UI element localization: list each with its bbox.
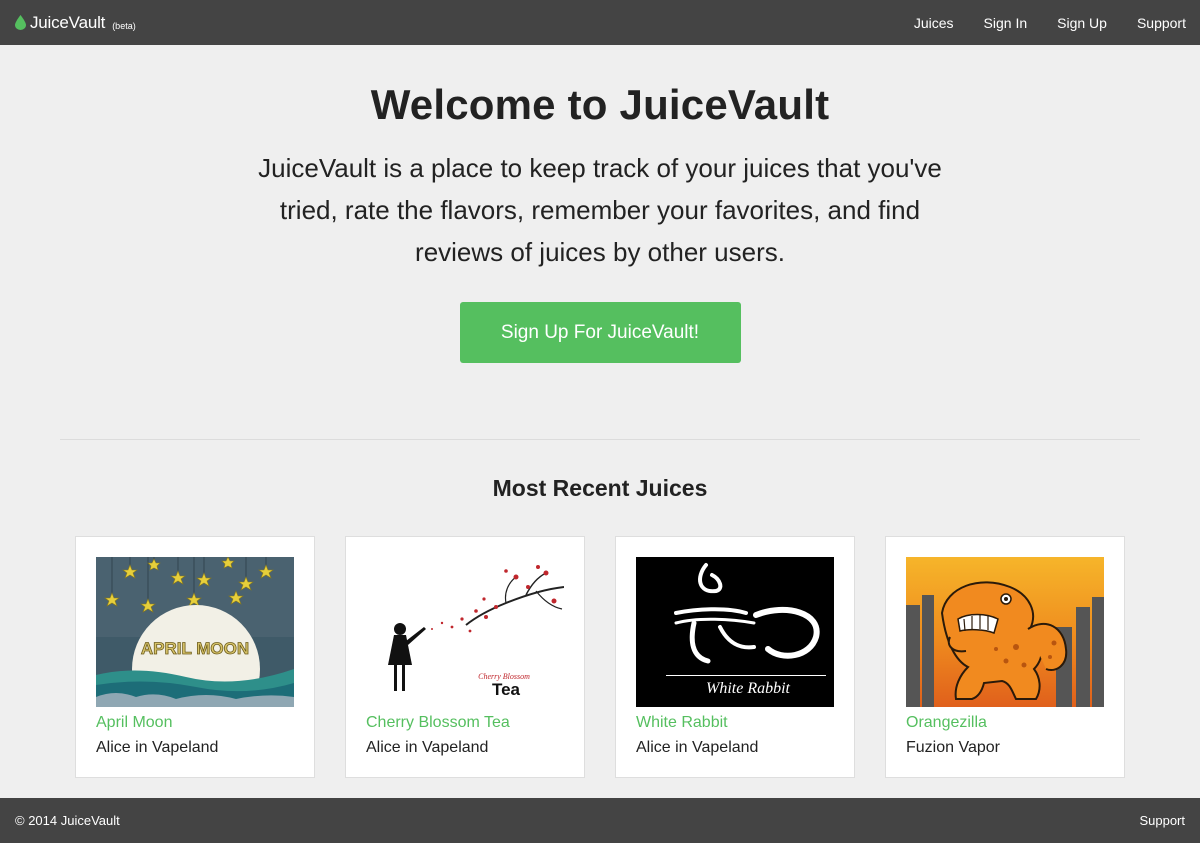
hero-section: Welcome to JuiceVault JuiceVault is a pl… bbox=[0, 45, 1200, 363]
juice-brand: Alice in Vapeland bbox=[366, 739, 489, 756]
juice-brand: Fuzion Vapor bbox=[906, 739, 1000, 756]
droplet-icon bbox=[15, 15, 26, 30]
footer-support-link[interactable]: Support bbox=[1139, 813, 1185, 828]
juice-image-link[interactable] bbox=[906, 557, 1104, 707]
nav-sign-up-link[interactable]: Sign Up bbox=[1057, 15, 1107, 31]
beta-badge: (beta) bbox=[112, 20, 136, 31]
juice-name-link[interactable]: April Moon bbox=[96, 714, 294, 732]
cherry-blossom-tea-image-text: Tea bbox=[492, 680, 521, 699]
juice-brand: Alice in Vapeland bbox=[96, 739, 219, 756]
recent-juices-heading: Most Recent Juices bbox=[492, 475, 708, 501]
top-navbar: JuiceVault (beta) Juices Sign In Sign Up… bbox=[0, 0, 1200, 45]
white-rabbit-image: White Rabbit bbox=[636, 557, 834, 707]
section-divider bbox=[60, 439, 1140, 440]
cherry-blossom-tea-image: Cherry Blossom Tea bbox=[366, 557, 564, 707]
nav-juices-link[interactable]: Juices bbox=[914, 15, 954, 31]
april-moon-image-text: APRIL MOON bbox=[141, 639, 249, 658]
juice-name-link[interactable]: White Rabbit bbox=[636, 714, 834, 732]
juice-name-link[interactable]: Cherry Blossom Tea bbox=[366, 714, 564, 732]
juice-image-link[interactable]: White Rabbit bbox=[636, 557, 834, 707]
juice-card: White Rabbit White Rabbit Alice in Vapel… bbox=[615, 536, 855, 778]
juice-image-link[interactable]: Cherry Blossom Tea bbox=[366, 557, 564, 707]
juice-card: Cherry Blossom Tea Cherry Blossom Tea Al… bbox=[345, 536, 585, 778]
copyright-text: © 2014 JuiceVault bbox=[15, 813, 120, 828]
sign-up-cta-button[interactable]: Sign Up For JuiceVault! bbox=[459, 302, 741, 363]
april-moon-image: APRIL MOON bbox=[96, 557, 294, 707]
juice-name-link[interactable]: Orangezilla bbox=[906, 714, 1104, 732]
page-title: Welcome to JuiceVault bbox=[370, 81, 830, 128]
juice-card: Orangezilla Fuzion Vapor bbox=[885, 536, 1125, 778]
white-rabbit-image-text: White Rabbit bbox=[706, 680, 791, 697]
juice-card: APRIL MOON April Moon Alice in Vapeland bbox=[75, 536, 315, 778]
brand-logo-link[interactable]: JuiceVault (beta) bbox=[15, 13, 136, 33]
page-footer: © 2014 JuiceVault Support bbox=[0, 798, 1200, 843]
nav-links: Juices Sign In Sign Up Support bbox=[914, 15, 1186, 31]
orangezilla-image bbox=[906, 557, 1104, 707]
brand-name: JuiceVault bbox=[30, 12, 106, 32]
nav-sign-in-link[interactable]: Sign In bbox=[984, 15, 1028, 31]
juice-brand: Alice in Vapeland bbox=[636, 739, 759, 756]
juice-image-link[interactable]: APRIL MOON bbox=[96, 557, 294, 707]
recent-juices-list: APRIL MOON April Moon Alice in Vapeland bbox=[75, 536, 1125, 778]
nav-support-link[interactable]: Support bbox=[1137, 15, 1186, 31]
hero-description: JuiceVault is a place to keep track of y… bbox=[258, 153, 942, 267]
